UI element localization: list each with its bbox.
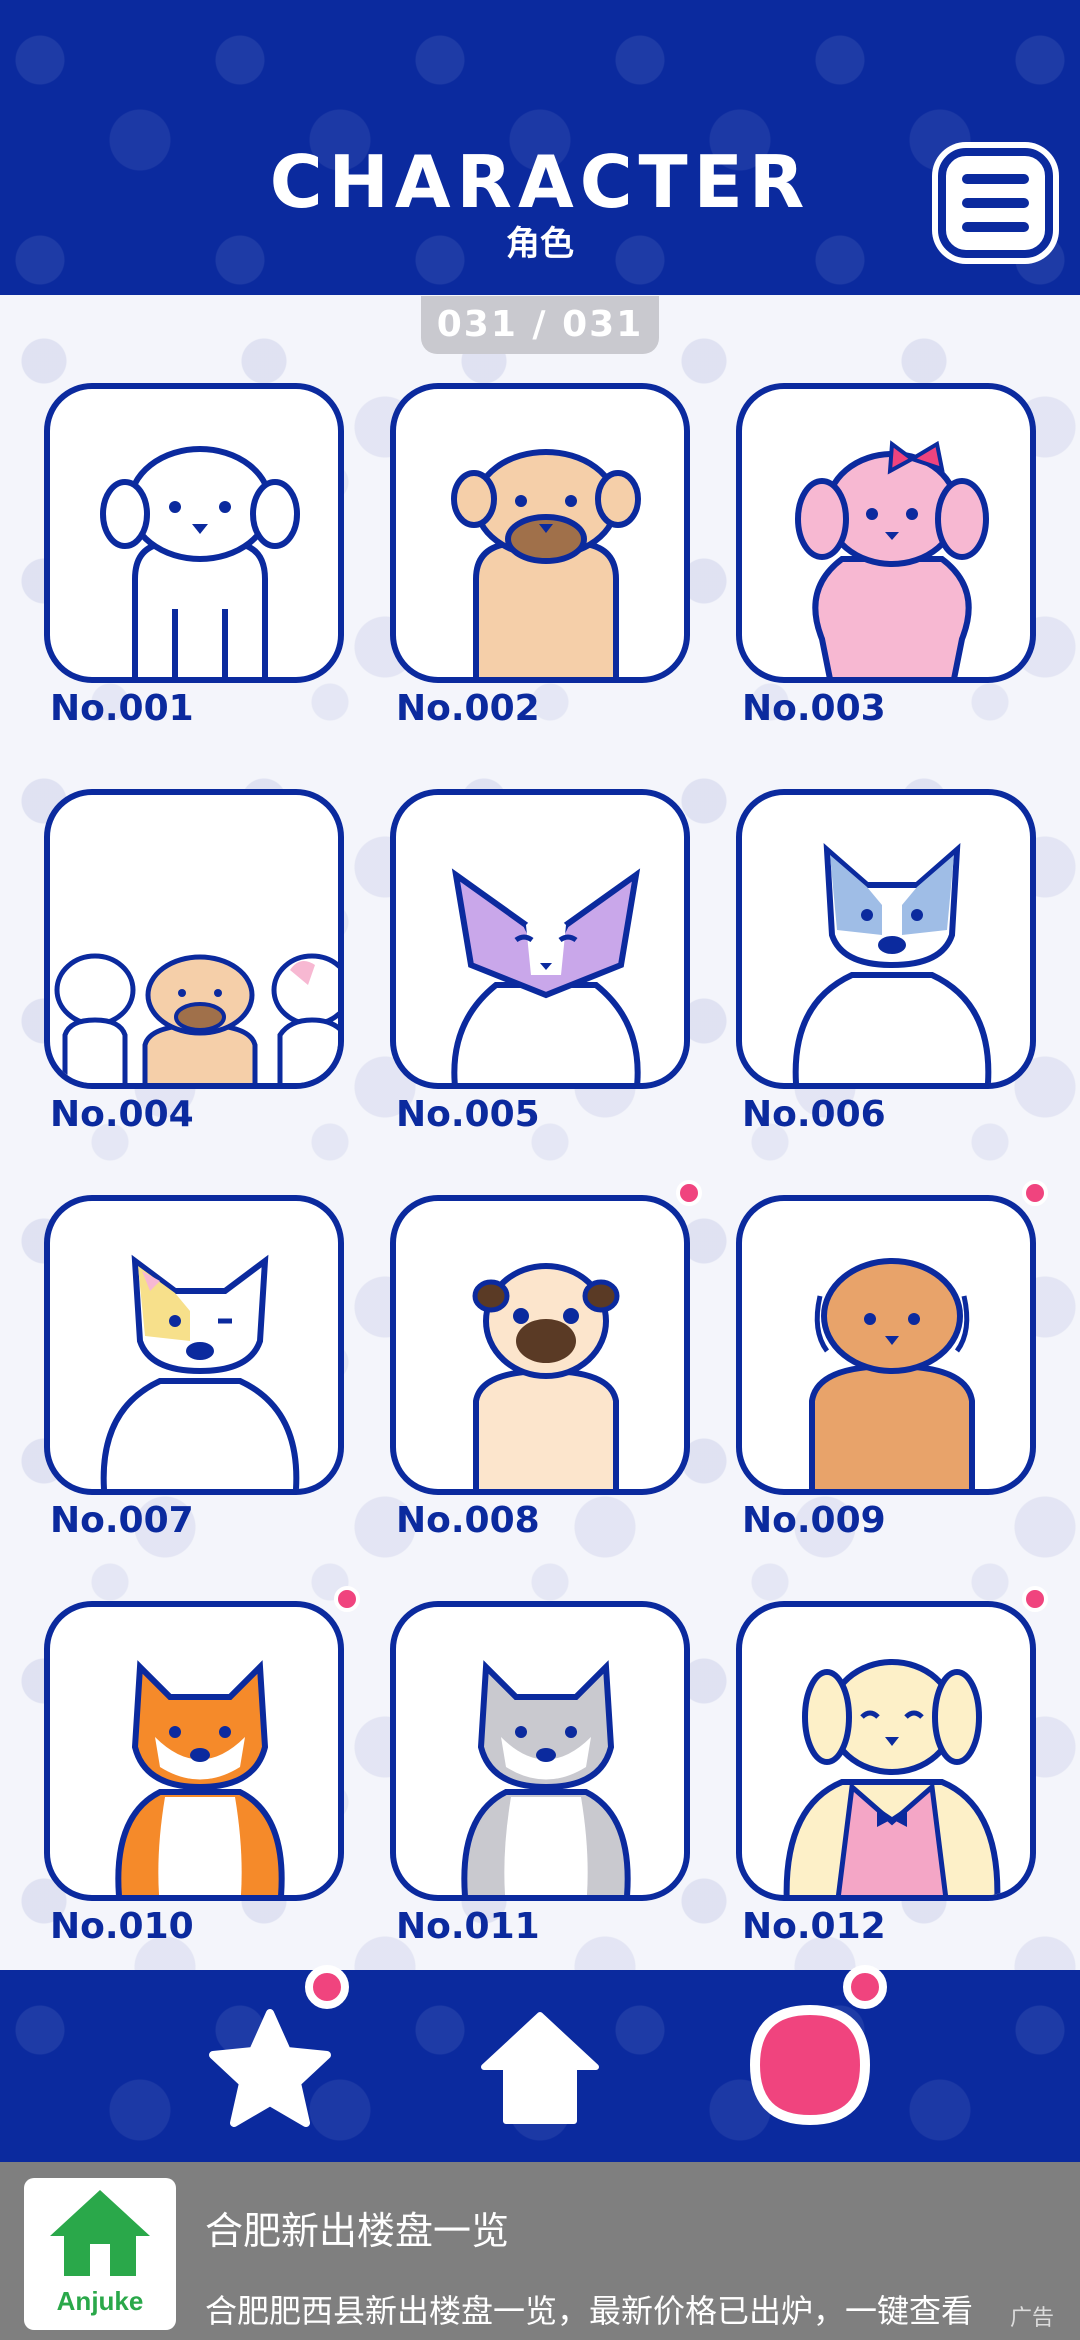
papillon-icon — [451, 868, 641, 1083]
character-label: No.012 — [742, 1906, 886, 1947]
character-card-005[interactable] — [390, 789, 690, 1089]
new-badge — [334, 1586, 360, 1612]
menu-icon-bar — [962, 222, 1029, 232]
character-label: No.010 — [50, 1906, 194, 1947]
ad-brand: Anjuke — [56, 2286, 144, 2316]
character-card-004[interactable] — [44, 789, 344, 1089]
new-badge — [676, 1180, 702, 1206]
blob-icon — [749, 2004, 871, 2126]
character-label: No.011 — [396, 1906, 540, 1947]
character-card-008[interactable] — [390, 1195, 690, 1495]
character-card-003[interactable] — [736, 383, 1036, 683]
page-title: CHARACTER — [269, 140, 811, 224]
character-badge — [843, 1965, 887, 2009]
pink-poodle-icon — [795, 440, 989, 677]
character-label: No.009 — [742, 1500, 886, 1541]
butler-dog-icon — [783, 1659, 1001, 1895]
white-dog-icon — [100, 446, 300, 677]
character-card-001[interactable] — [44, 383, 344, 683]
page-subtitle: 角色 — [506, 225, 574, 263]
blue-bulldog-icon — [792, 843, 992, 1083]
character-card-009[interactable] — [736, 1195, 1036, 1495]
house-icon — [481, 2012, 599, 2124]
menu-button[interactable] — [938, 148, 1053, 258]
brown-dog-icon — [809, 1258, 975, 1489]
anjuke-logo: Anjuke — [24, 2178, 176, 2330]
header: CHARACTER 角色 — [0, 0, 1080, 295]
tan-dog-icon — [451, 449, 641, 677]
ad-description: 合肥肥西县新出楼盘一览，最新价格已出炉，一键查看 — [205, 2293, 974, 2329]
star-icon — [209, 2009, 331, 2127]
character-card-006[interactable] — [736, 789, 1036, 1089]
character-card-011[interactable] — [390, 1601, 690, 1901]
character-label: No.003 — [742, 688, 886, 729]
favorites-button[interactable] — [205, 2005, 335, 2135]
character-button[interactable] — [735, 1990, 885, 2140]
character-label: No.002 — [396, 688, 540, 729]
gray-shiba-icon — [461, 1660, 631, 1895]
character-label: No.007 — [50, 1500, 194, 1541]
menu-icon-bar — [962, 198, 1029, 208]
ad-banner[interactable]: Anjuke 合肥新出楼盘一览 合肥肥西县新出楼盘一览，最新价格已出炉，一键查看… — [0, 2162, 1080, 2340]
ad-title: 合肥新出楼盘一览 — [205, 2211, 510, 2253]
character-card-007[interactable] — [44, 1195, 344, 1495]
shiba-icon — [115, 1660, 285, 1895]
favorites-badge — [305, 1965, 349, 2009]
ad-tag: 广告 — [1010, 2305, 1055, 2330]
character-card-012[interactable] — [736, 1601, 1036, 1901]
character-card-010[interactable] — [44, 1601, 344, 1901]
house-logo-icon — [50, 2190, 150, 2276]
menu-icon — [962, 174, 1029, 184]
character-label: No.006 — [742, 1094, 886, 1135]
home-button[interactable] — [478, 2005, 602, 2129]
character-counter: 031 / 031 — [421, 296, 659, 354]
yellow-bulldog-icon — [100, 1254, 300, 1489]
new-badge — [1022, 1180, 1048, 1206]
character-label: No.004 — [50, 1094, 194, 1135]
pug-icon — [472, 1263, 620, 1489]
new-badge — [1022, 1586, 1048, 1612]
dog-group-icon — [54, 953, 338, 1083]
character-label: No.005 — [396, 1094, 540, 1135]
bottom-nav — [0, 1965, 1080, 2162]
character-card-002[interactable] — [390, 383, 690, 683]
character-label: No.001 — [50, 688, 194, 729]
character-label: No.008 — [396, 1500, 540, 1541]
